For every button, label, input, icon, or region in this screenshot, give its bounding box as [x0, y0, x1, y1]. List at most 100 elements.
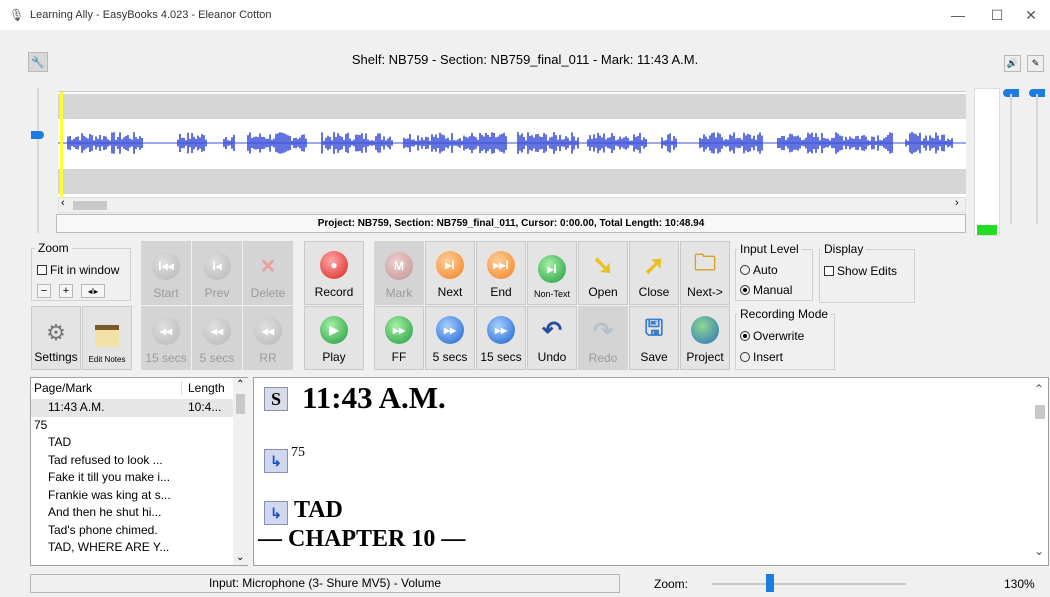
save-button[interactable]: 🖫 Save	[629, 306, 679, 370]
tad-heading: TAD	[294, 497, 343, 523]
recording-mode-legend: Recording Mode	[737, 307, 832, 321]
doc-scroll-thumb[interactable]	[1035, 405, 1045, 419]
edit-notes-button[interactable]: Edit Notes	[82, 306, 132, 370]
undo-icon: ↶	[541, 316, 563, 344]
list-item[interactable]: TAD	[31, 434, 233, 452]
doc-scroll-up-icon[interactable]: ⌃	[1034, 382, 1044, 396]
scroll-left-icon[interactable]: ‹	[61, 197, 65, 209]
list-item[interactable]: Fake it till you make i...	[31, 469, 233, 487]
list-item[interactable]: Tad's phone chimed.	[31, 522, 233, 540]
window-title: Learning Ally - EasyBooks 4.023 - Eleano…	[30, 9, 272, 21]
back-15-button[interactable]: ◂◂ 15 secs	[141, 306, 191, 370]
input-status: Input: Microphone (3- Shure MV5) - Volum…	[30, 574, 620, 593]
rr-button[interactable]: ◂◂ RR	[243, 306, 293, 370]
page-mark-list[interactable]: Page/Mark Length 11:43 A.M. 10:4... 75 TAD T…	[30, 377, 248, 566]
col-page-mark[interactable]: Page/Mark	[34, 381, 92, 395]
zoom-in-button[interactable]: +	[59, 284, 73, 298]
list-item[interactable]: Tad refused to look ...	[31, 452, 233, 470]
waveform-scrollbar[interactable]: ‹ ›	[58, 197, 966, 213]
delete-button[interactable]: ✕ Delete	[243, 241, 293, 305]
slider-thumb[interactable]	[31, 131, 44, 139]
list-item[interactable]: And then he shut hi...	[31, 504, 233, 522]
speaker-button[interactable]: 🔊	[1004, 55, 1021, 72]
list-item[interactable]: Frankie was king at s...	[31, 487, 233, 505]
waveform-display[interactable]	[58, 91, 966, 198]
zoom-slider-thumb[interactable]	[766, 574, 775, 592]
document-scrollbar[interactable]: ⌃ ⌄	[1031, 378, 1048, 565]
prev-button[interactable]: I◂ Prev	[192, 241, 242, 305]
waveform-trace	[58, 132, 966, 154]
project-button[interactable]: Project	[680, 306, 730, 370]
playback-speed-slider[interactable]	[28, 88, 50, 233]
list-item[interactable]: TAD, WHERE ARE Y...	[31, 539, 233, 557]
ff-button[interactable]: ▸▸ FF	[374, 306, 424, 370]
close-book-button[interactable]: ➚ Close	[629, 241, 679, 305]
open-button[interactable]: ➘ Open	[578, 241, 628, 305]
input-level-manual-radio[interactable]: Manual	[740, 283, 792, 297]
section-badge[interactable]: S	[264, 387, 288, 411]
delete-icon: ✕	[259, 255, 277, 278]
level-meters	[972, 86, 1047, 236]
start-button[interactable]: I◂◂ Start	[141, 241, 191, 305]
mark-button[interactable]: M Mark	[374, 241, 424, 305]
page-nav-icon[interactable]: ↳	[264, 449, 288, 473]
settings-button[interactable]: ⚙ Settings	[31, 306, 81, 370]
col-length[interactable]: Length	[181, 381, 225, 395]
display-legend: Display	[821, 242, 867, 256]
zoom-narrow-button[interactable]: ◂I▸	[81, 284, 105, 298]
zoom-out-button[interactable]: −	[37, 284, 51, 298]
close-window-button[interactable]: ✕	[1012, 0, 1050, 30]
show-edits-checkbox[interactable]: Show Edits	[824, 264, 897, 278]
shelf-line: Shelf: NB759 - Section: NB759_final_011 …	[351, 52, 699, 67]
back-5-button[interactable]: ◂◂ 5 secs	[192, 306, 242, 370]
scroll-down-icon[interactable]: ⌄	[236, 552, 244, 563]
zoom-slider-track[interactable]	[712, 583, 906, 585]
forward-5-button[interactable]: ▸▸ 5 secs	[425, 306, 475, 370]
edit-notes-label: Edit Notes	[88, 355, 126, 364]
gear-icon: ⚙	[46, 320, 66, 345]
insert-radio[interactable]: Insert	[740, 350, 783, 364]
next-arrow-button[interactable]: 🗀 Next->	[680, 241, 730, 305]
previous-icon: I◂	[203, 252, 231, 280]
document-view[interactable]: S 11:43 A.M. ↳ 75 ↳ TAD — CHAPTER 10 — ⌃…	[253, 377, 1049, 566]
list-item-label: Frankie was king at s...	[48, 487, 171, 502]
page-number: 75	[291, 445, 305, 460]
end-button[interactable]: ▸▸I End	[476, 241, 526, 305]
status-bar: Input: Microphone (3- Shure MV5) - Volum…	[0, 571, 1050, 597]
playback-cursor[interactable]	[60, 92, 63, 198]
redo-button[interactable]: ↷ Redo	[578, 306, 628, 370]
zoom-label: Zoom:	[654, 577, 689, 591]
forward-5-icon: ▸▸	[436, 316, 464, 344]
list-rows: 11:43 A.M. 10:4... 75 TAD Tad refused to loo…	[31, 399, 233, 557]
list-item[interactable]: 75	[31, 417, 233, 435]
record-button[interactable]: ● Record	[304, 241, 364, 305]
app-icon: 🎙	[9, 8, 25, 22]
overwrite-radio[interactable]: Overwrite	[740, 329, 804, 343]
doc-scroll-down-icon[interactable]: ⌄	[1034, 544, 1044, 558]
list-item[interactable]: 11:43 A.M. 10:4...	[31, 399, 233, 417]
input-level-auto-radio[interactable]: Auto	[740, 263, 778, 277]
non-text-button[interactable]: ▸I Non-Text	[527, 241, 577, 305]
scroll-up-icon[interactable]: ⌃	[236, 379, 244, 390]
mic-settings-button[interactable]: ✎	[1027, 55, 1044, 72]
title-bar: 🎙 Learning Ally - EasyBooks 4.023 - Elea…	[0, 0, 1050, 30]
list-item-label: And then he shut hi...	[48, 505, 162, 519]
play-button[interactable]: ▶ Play	[304, 306, 364, 370]
list-scrollbar[interactable]: ⌃ ⌄	[233, 378, 248, 565]
forward-15-button[interactable]: ▸▸ 15 secs	[476, 306, 526, 370]
heading-nav-icon[interactable]: ↳	[264, 501, 288, 525]
record-icon: ●	[320, 251, 348, 279]
settings-label: Settings	[34, 350, 78, 364]
fit-in-window-checkbox[interactable]: Fit in window	[37, 263, 119, 277]
scroll-thumb[interactable]	[73, 201, 107, 210]
rr-icon: ◂◂	[254, 317, 282, 345]
list-scroll-thumb[interactable]	[236, 394, 245, 414]
ff-icon: ▸▸	[385, 316, 413, 344]
vu-meter	[974, 88, 1000, 236]
undo-button[interactable]: ↶ Undo	[527, 306, 577, 370]
next-button[interactable]: ▸I Next	[425, 241, 475, 305]
back-15-icon: ◂◂	[152, 317, 180, 345]
scroll-right-icon[interactable]: ›	[955, 197, 959, 209]
list-item-label: TAD	[48, 435, 72, 449]
fit-in-window-label: Fit in window	[50, 263, 120, 277]
